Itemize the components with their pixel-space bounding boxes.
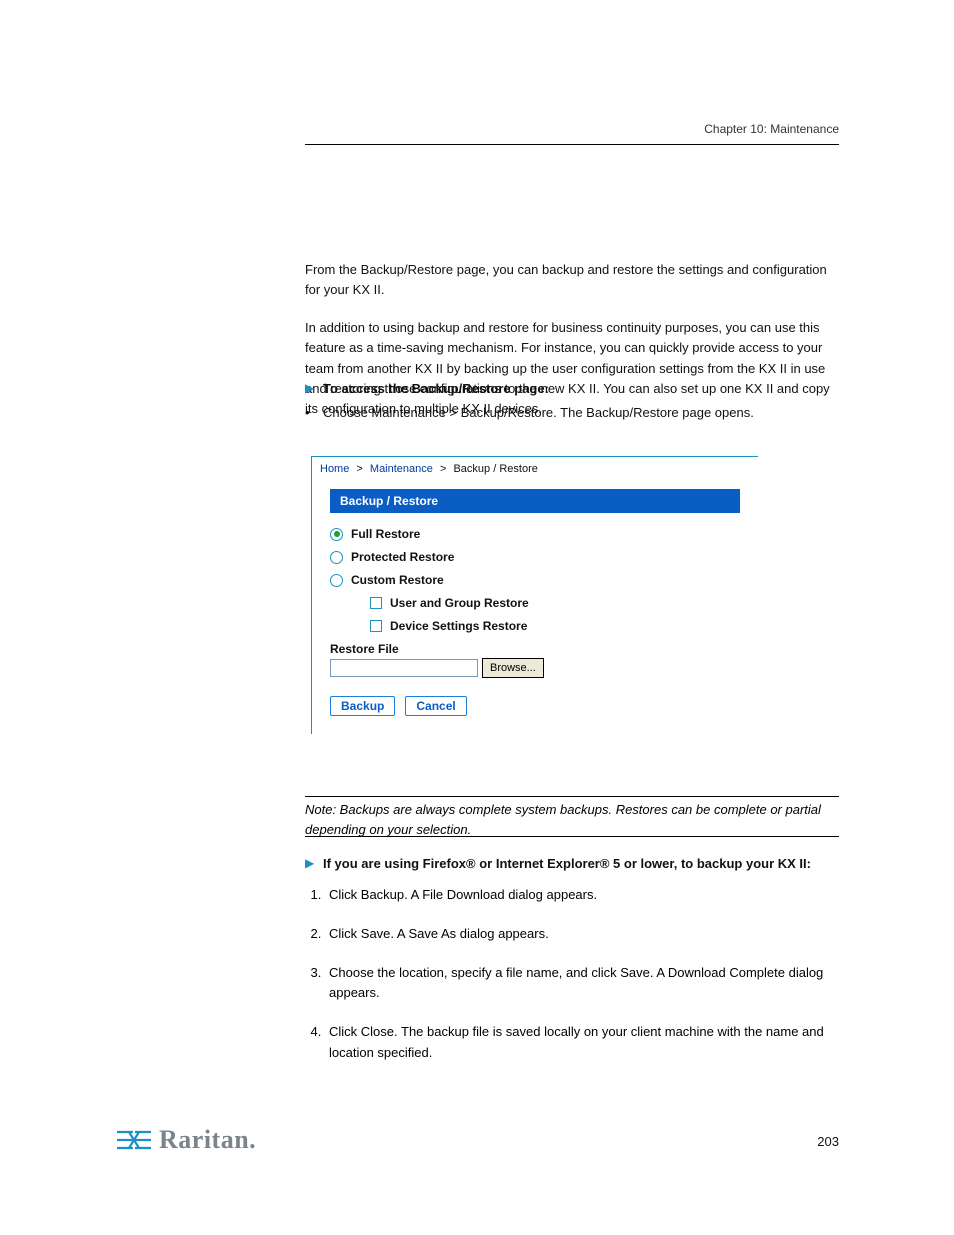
radio-full-restore[interactable] bbox=[330, 528, 343, 541]
label-full-restore: Full Restore bbox=[351, 527, 420, 541]
note-divider-top bbox=[305, 796, 839, 797]
bullet-icon: • bbox=[305, 404, 323, 422]
panel-title: Backup / Restore bbox=[330, 489, 740, 513]
browse-button[interactable]: Browse... bbox=[482, 658, 544, 678]
header-divider bbox=[305, 144, 839, 145]
note-text: Note: Backups are always complete system… bbox=[305, 800, 839, 840]
brand-mark-icon bbox=[115, 1127, 153, 1153]
breadcrumb-sep-icon: > bbox=[352, 463, 366, 475]
step-1: Click Backup. A File Download dialog app… bbox=[325, 885, 839, 906]
page-number: 203 bbox=[817, 1134, 839, 1149]
label-custom-restore: Custom Restore bbox=[351, 573, 444, 587]
checkbox-device-settings-restore[interactable] bbox=[370, 620, 382, 632]
brand-name: Raritan. bbox=[159, 1125, 256, 1155]
chapter-label: Chapter 10: Maintenance bbox=[305, 122, 839, 136]
instruction-block-access: ▶ To access the Backup/Restore page: • C… bbox=[305, 380, 839, 428]
step-2: Click Save. A Save As dialog appears. bbox=[325, 924, 839, 945]
triangle-right-icon: ▶ bbox=[305, 380, 323, 397]
backup-button[interactable]: Backup bbox=[330, 696, 395, 716]
step-4: Click Close. The backup file is saved lo… bbox=[325, 1022, 839, 1064]
note-divider-bottom bbox=[305, 836, 839, 837]
triangle-right-icon: ▶ bbox=[305, 855, 323, 872]
label-user-group-restore: User and Group Restore bbox=[390, 596, 529, 610]
breadcrumb-maintenance[interactable]: Maintenance bbox=[370, 463, 433, 475]
instruction-block-backup: ▶ If you are using Firefox® or Internet … bbox=[305, 855, 839, 879]
numbered-steps: Click Backup. A File Download dialog app… bbox=[305, 885, 839, 1082]
step-3: Choose the location, specify a file name… bbox=[325, 963, 839, 1005]
breadcrumb-current: Backup / Restore bbox=[453, 463, 537, 475]
radio-protected-restore[interactable] bbox=[330, 551, 343, 564]
instruction-bullet: Choose Maintenance > Backup/Restore. The… bbox=[323, 404, 754, 422]
checkbox-user-group-restore[interactable] bbox=[370, 597, 382, 609]
breadcrumb-sep-icon: > bbox=[436, 463, 450, 475]
restore-options: Full Restore Protected Restore Custom Re… bbox=[330, 527, 740, 633]
breadcrumb: Home > Maintenance > Backup / Restore bbox=[312, 457, 758, 489]
backup-restore-panel: Home > Maintenance > Backup / Restore Ba… bbox=[311, 456, 758, 734]
instruction-heading-2: If you are using Firefox® or Internet Ex… bbox=[323, 855, 811, 873]
radio-custom-restore[interactable] bbox=[330, 574, 343, 587]
paragraph-1: From the Backup/Restore page, you can ba… bbox=[305, 260, 839, 300]
cancel-button[interactable]: Cancel bbox=[405, 696, 466, 716]
label-device-settings-restore: Device Settings Restore bbox=[390, 619, 527, 633]
brand-logo: Raritan. bbox=[115, 1125, 256, 1155]
restore-file-label: Restore File bbox=[330, 642, 740, 656]
restore-file-input[interactable] bbox=[330, 659, 478, 677]
label-protected-restore: Protected Restore bbox=[351, 550, 454, 564]
instruction-heading: To access the Backup/Restore page: bbox=[323, 380, 549, 398]
breadcrumb-home[interactable]: Home bbox=[320, 463, 349, 475]
